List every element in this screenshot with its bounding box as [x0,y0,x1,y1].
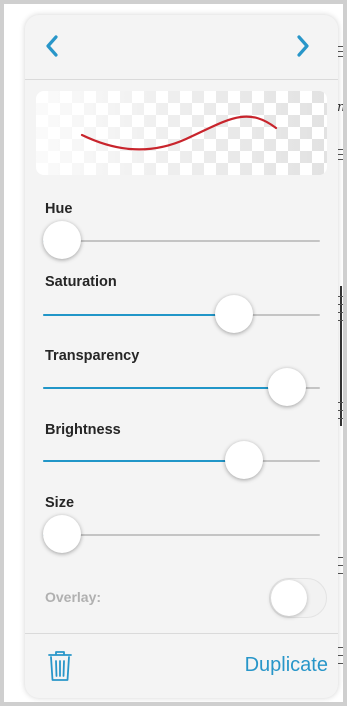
panel-nav-bar [25,15,338,80]
back-button[interactable] [37,31,67,61]
stroke-preview-curve [80,115,278,151]
hue-slider-thumb[interactable] [43,221,81,259]
saturation-label: Saturation [45,274,117,290]
brightness-label: Brightness [45,422,121,438]
size-slider[interactable] [43,515,320,555]
panel-footer: Duplicate [25,633,338,698]
brightness-slider-thumb[interactable] [224,441,263,479]
duplicate-button[interactable]: Duplicate [245,654,328,677]
trash-icon [48,651,72,681]
stroke-preview [36,91,327,175]
overlay-toggle[interactable] [269,578,327,618]
hue-label: Hue [45,201,73,217]
delete-button[interactable] [47,650,73,682]
screen-frame: n [4,4,343,702]
saturation-slider[interactable] [43,295,320,335]
overlay-label: Overlay: [45,589,102,605]
chevron-left-icon [46,35,58,57]
brightness-slider[interactable] [43,441,320,481]
saturation-slider-thumb[interactable] [215,295,254,333]
size-label: Size [45,495,75,511]
size-slider-thumb[interactable] [43,515,81,553]
transparency-slider[interactable] [43,368,320,408]
chevron-right-icon [297,35,309,57]
overlay-toggle-knob [271,580,307,616]
hue-slider[interactable] [43,221,320,261]
transparency-label: Transparency [45,348,140,364]
transparency-slider-thumb[interactable] [267,368,306,406]
stroke-style-panel: Hue Saturation Transparency Brightness S… [25,15,338,698]
forward-button[interactable] [288,31,318,61]
